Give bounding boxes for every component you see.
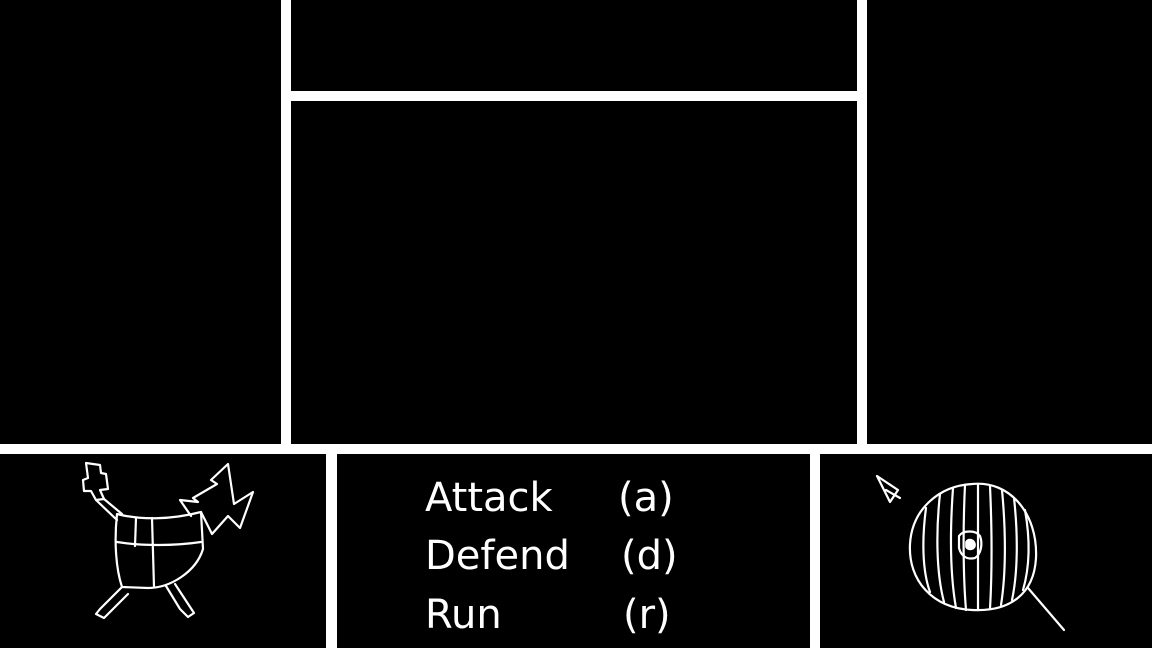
hud-left-divider	[326, 454, 337, 648]
menu-option-hotkey: (r)	[623, 592, 671, 638]
enemy-portrait-panel	[820, 454, 1152, 648]
menu-option-attack[interactable]: Attack (a)	[425, 474, 745, 522]
menu-option-hotkey: (a)	[618, 475, 674, 521]
right-arena-divider	[857, 0, 867, 444]
armored-knight-lightning-icon	[81, 461, 255, 620]
player-portrait-panel	[0, 454, 326, 648]
right-side-panel	[867, 0, 1152, 444]
left-side-panel	[0, 0, 281, 444]
menu-option-run[interactable]: Run (r)	[425, 591, 745, 639]
hud-top-border	[0, 444, 1152, 454]
left-arena-divider	[281, 0, 291, 444]
menu-option-label: Defend	[425, 533, 570, 579]
hud-right-divider	[810, 454, 820, 648]
menu-option-label: Attack	[425, 475, 553, 521]
menu-option-label: Run	[425, 592, 502, 638]
striped-shield-arrow-icon	[875, 474, 1066, 632]
game-screen: Attack (a) Defend (d) Run (r)	[0, 0, 1152, 648]
menu-option-hotkey: (d)	[621, 533, 678, 579]
battle-arena	[291, 101, 857, 444]
action-menu-panel: Attack (a) Defend (d) Run (r)	[337, 454, 810, 648]
menu-option-defend[interactable]: Defend (d)	[425, 532, 745, 580]
top-panel-divider	[291, 91, 857, 101]
top-message-panel	[291, 0, 857, 91]
